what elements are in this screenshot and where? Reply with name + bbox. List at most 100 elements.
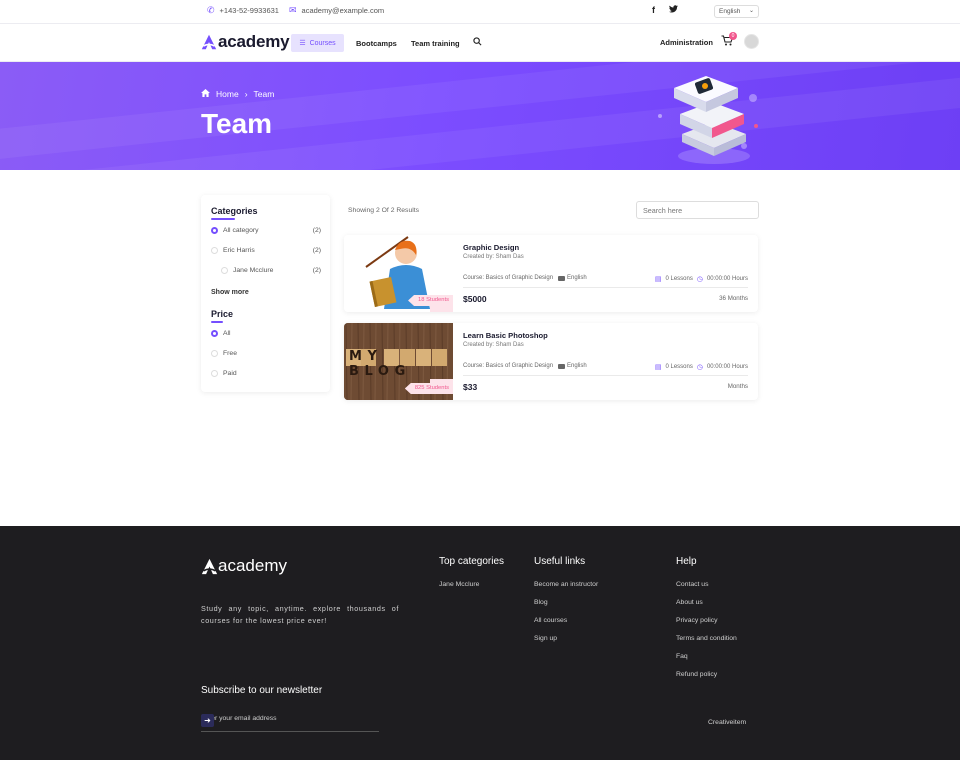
hero-banner: Home › Team Team — [0, 62, 960, 170]
course-title[interactable]: Learn Basic Photoshop — [463, 331, 548, 340]
course-price: $33 — [463, 382, 478, 392]
blog-blocks-text: MY BLOG — [349, 349, 411, 379]
footer-link-become-instructor[interactable]: Become an instructor — [534, 581, 598, 588]
students-badge: 825 Students — [404, 383, 453, 394]
courses-button[interactable]: ☰ Courses — [291, 34, 344, 52]
course-stats: ▤ 0 Lessons ◷ 00:00:00 Hours — [654, 276, 748, 283]
footer-brand-name: academy — [218, 556, 287, 575]
home-icon — [201, 89, 210, 99]
footer-useful-links: Useful links Become an instructor Blog A… — [534, 556, 598, 653]
course-meta: Course: Basics of Graphic Design English — [463, 363, 587, 369]
students-badge: 18 Students — [408, 295, 453, 306]
breadcrumb-home[interactable]: Home — [216, 89, 239, 99]
course-thumbnail: 18 Students — [344, 235, 453, 312]
administration-link[interactable]: Administration — [660, 38, 713, 47]
clock-icon: ◷ — [696, 364, 703, 371]
nav-team-training[interactable]: Team training — [411, 39, 460, 48]
course-author: Created by: Sham Das — [463, 254, 524, 260]
menu-icon: ☰ — [299, 40, 306, 47]
main-nav: academy ☰ Courses Bootcamps Team trainin… — [0, 24, 960, 62]
chevron-right-icon: › — [244, 89, 248, 99]
radio-icon — [211, 247, 218, 254]
cart-icon[interactable]: 0 — [721, 32, 737, 49]
price-heading: Price — [211, 309, 234, 319]
twitter-icon[interactable] — [669, 5, 678, 15]
nav-bootcamps[interactable]: Bootcamps — [356, 39, 397, 48]
submit-arrow-icon[interactable]: ➜ — [201, 714, 214, 727]
contact-info: ✆ +143-52-9933631 ✉ academy@example.com — [207, 5, 384, 16]
category-option-eric-harris[interactable]: Eric Harris (2) — [211, 247, 321, 254]
chevron-down-icon: ⌄ — [748, 8, 754, 14]
category-option-jane-mcclure[interactable]: Jane Mcclure (2) — [221, 267, 321, 274]
footer-link-sign-up[interactable]: Sign up — [534, 635, 598, 642]
course-search-input[interactable]: Search here — [636, 201, 759, 219]
footer-help: Help Contact us About us Privacy policy … — [676, 556, 737, 689]
categories-heading: Categories — [211, 206, 258, 216]
price-option-paid[interactable]: Paid — [211, 370, 321, 377]
brand-name: academy — [218, 32, 290, 51]
lessons-icon: ▤ — [654, 364, 662, 371]
courses-label: Courses — [309, 39, 336, 47]
newsletter-heading: Subscribe to our newsletter — [201, 685, 323, 696]
results-count: Showing 2 Of 2 Results — [348, 207, 420, 214]
lessons-icon: ▤ — [654, 276, 662, 283]
price-option-all[interactable]: All — [211, 330, 321, 337]
logo-mark-icon — [201, 558, 218, 574]
course-stats: ▤ 0 Lessons ◷ 00:00:00 Hours — [654, 364, 748, 371]
facebook-icon[interactable]: f — [652, 5, 655, 15]
footer-logo[interactable]: academy — [201, 556, 287, 576]
radio-icon — [211, 330, 218, 337]
course-price: $5000 — [463, 294, 487, 304]
course-author: Created by: Sham Das — [463, 342, 524, 348]
language-icon — [558, 275, 566, 281]
language-icon — [558, 363, 566, 369]
radio-icon — [211, 370, 218, 377]
cart-count-badge: 0 — [729, 32, 737, 40]
brand-logo[interactable]: academy — [201, 32, 290, 52]
help-heading: Help — [676, 556, 697, 567]
footer-link-faq[interactable]: Faq — [676, 653, 737, 660]
social-links: f — [652, 5, 678, 15]
footer-link-about[interactable]: About us — [676, 599, 737, 606]
phone-number[interactable]: +143-52-9933631 — [220, 6, 279, 15]
site-footer: academy Study any topic, anytime. explor… — [0, 526, 960, 760]
email-address[interactable]: academy@example.com — [302, 6, 385, 15]
user-avatar[interactable] — [744, 34, 759, 49]
breadcrumb: Home › Team — [201, 89, 274, 99]
search-icon[interactable] — [473, 37, 482, 48]
footer-top-categories: Top categories Jane Mcclure — [439, 556, 504, 599]
course-meta: Course: Basics of Graphic Design English — [463, 275, 587, 281]
footer-link-terms[interactable]: Terms and condition — [676, 635, 737, 642]
footer-link-refund[interactable]: Refund policy — [676, 671, 737, 678]
filter-sidebar: Categories All category (2) Eric Harris … — [201, 195, 330, 392]
hero-illustration — [658, 76, 758, 164]
radio-icon — [221, 267, 228, 274]
logo-mark-icon — [201, 34, 217, 50]
course-card[interactable]: 18 Students Graphic Design Created by: S… — [344, 235, 758, 312]
footer-link-privacy[interactable]: Privacy policy — [676, 617, 737, 624]
newsletter-email-field[interactable]: Enter your email address ➜ — [201, 711, 379, 732]
course-duration: Months — [727, 383, 748, 390]
footer-link-contact[interactable]: Contact us — [676, 581, 737, 588]
footer-credit[interactable]: Creativeitem — [708, 719, 746, 726]
language-select[interactable]: English ⌄ — [714, 5, 759, 18]
price-option-free[interactable]: Free — [211, 350, 321, 357]
category-option-all[interactable]: All category (2) — [211, 227, 321, 234]
radio-icon — [211, 227, 218, 234]
footer-tagline: Study any topic, anytime. explore thousa… — [201, 604, 399, 625]
useful-links-heading: Useful links — [534, 556, 586, 567]
mail-icon: ✉ — [288, 5, 297, 15]
show-more-link[interactable]: Show more — [211, 289, 249, 296]
course-duration: 36 Months — [719, 295, 748, 302]
clock-icon: ◷ — [696, 276, 703, 283]
footer-link-all-courses[interactable]: All courses — [534, 617, 598, 624]
top-categories-heading: Top categories — [439, 556, 505, 567]
footer-link-blog[interactable]: Blog — [534, 599, 598, 606]
radio-icon — [211, 350, 218, 357]
breadcrumb-current: Team — [253, 89, 275, 99]
language-value: English — [719, 8, 741, 15]
course-title[interactable]: Graphic Design — [463, 243, 519, 252]
footer-link-jane-mcclure[interactable]: Jane Mcclure — [439, 581, 504, 588]
phone-icon: ✆ — [207, 5, 215, 15]
top-bar: ✆ +143-52-9933631 ✉ academy@example.com … — [0, 0, 960, 24]
